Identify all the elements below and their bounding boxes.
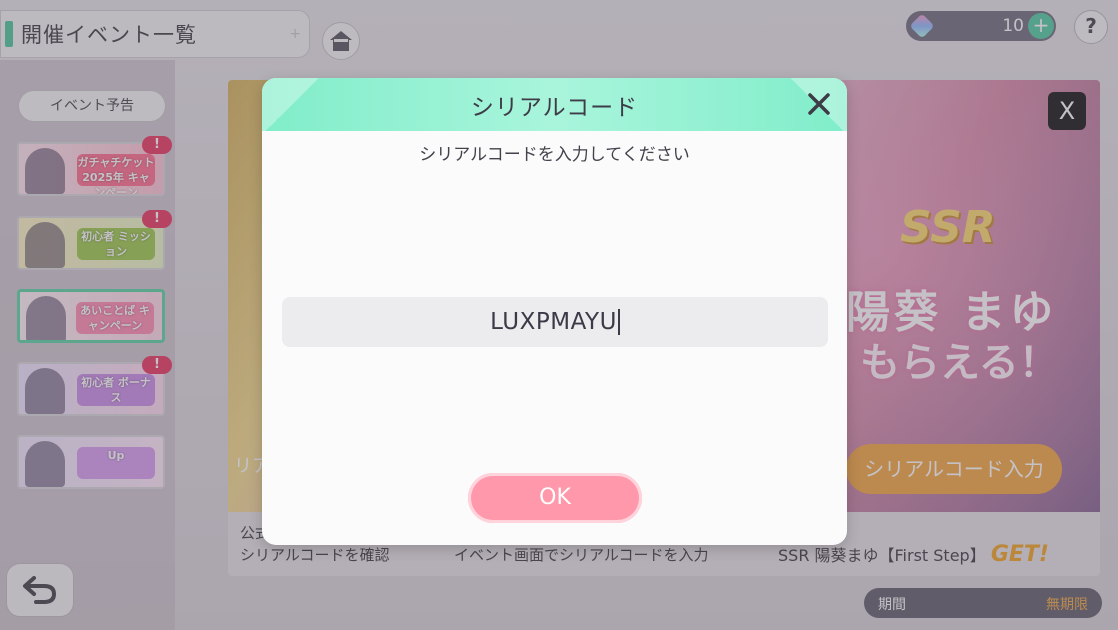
close-button[interactable]	[803, 88, 835, 120]
text-caret	[617, 309, 620, 335]
dialog-header: シリアルコード	[262, 78, 847, 131]
close-icon	[808, 93, 830, 115]
dialog-title: シリアルコード	[470, 95, 639, 121]
serial-code-value: LUXPMAYU	[490, 309, 617, 335]
serial-code-input[interactable]: LUXPMAYU	[282, 297, 828, 347]
ok-button[interactable]: OK	[468, 473, 642, 523]
serial-code-dialog: シリアルコード シリアルコードを入力してください LUXPMAYU OK	[262, 78, 847, 545]
dialog-instruction: シリアルコードを入力してください	[419, 145, 690, 165]
